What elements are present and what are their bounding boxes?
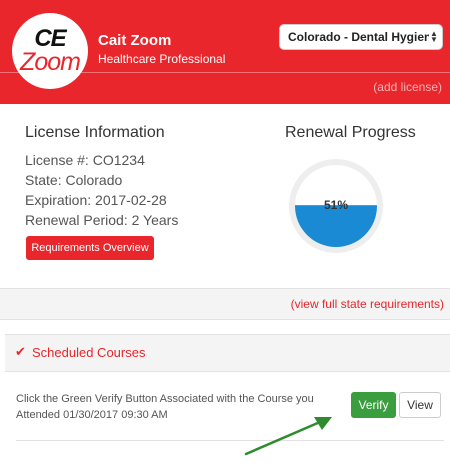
verify-button[interactable]: Verify [351, 392, 396, 418]
license-info-title: License Information [25, 124, 165, 141]
header-divider [0, 72, 450, 73]
logo-text-top: CE [34, 25, 66, 52]
license-select-value: Colorado - Dental Hygiene - Li [288, 30, 429, 44]
license-expiration: Expiration: 2017-02-28 [25, 192, 167, 208]
gauge-percent-label: 51% [324, 198, 348, 212]
checkmark-icon: ✔ [15, 344, 26, 359]
add-license-link[interactable]: (add license) [373, 80, 442, 94]
renewal-progress-title: Renewal Progress [285, 124, 416, 141]
license-select[interactable]: Colorado - Dental Hygiene - Li ▲▼ [279, 24, 443, 50]
scheduled-courses-label[interactable]: Scheduled Courses [32, 345, 145, 360]
renewal-progress-gauge: 51% [288, 158, 384, 254]
logo-text-bottom: Zoom [20, 48, 81, 76]
view-full-state-requirements-link[interactable]: (view full state requirements) [291, 297, 444, 311]
license-state: State: Colorado [25, 172, 123, 188]
select-arrows-icon: ▲ ▼ [430, 29, 438, 44]
course-divider [16, 440, 444, 441]
license-number: License #: CO1234 [25, 152, 145, 168]
license-renewal-period: Renewal Period: 2 Years [25, 212, 179, 228]
user-role: Healthcare Professional [98, 52, 226, 66]
annotation-arrow-icon [240, 408, 340, 458]
ce-zoom-logo[interactable]: CE Zoom [12, 13, 88, 89]
requirements-overview-button[interactable]: Requirements Overview [26, 236, 154, 260]
user-name: Cait Zoom [98, 32, 172, 49]
view-button[interactable]: View [399, 392, 441, 418]
